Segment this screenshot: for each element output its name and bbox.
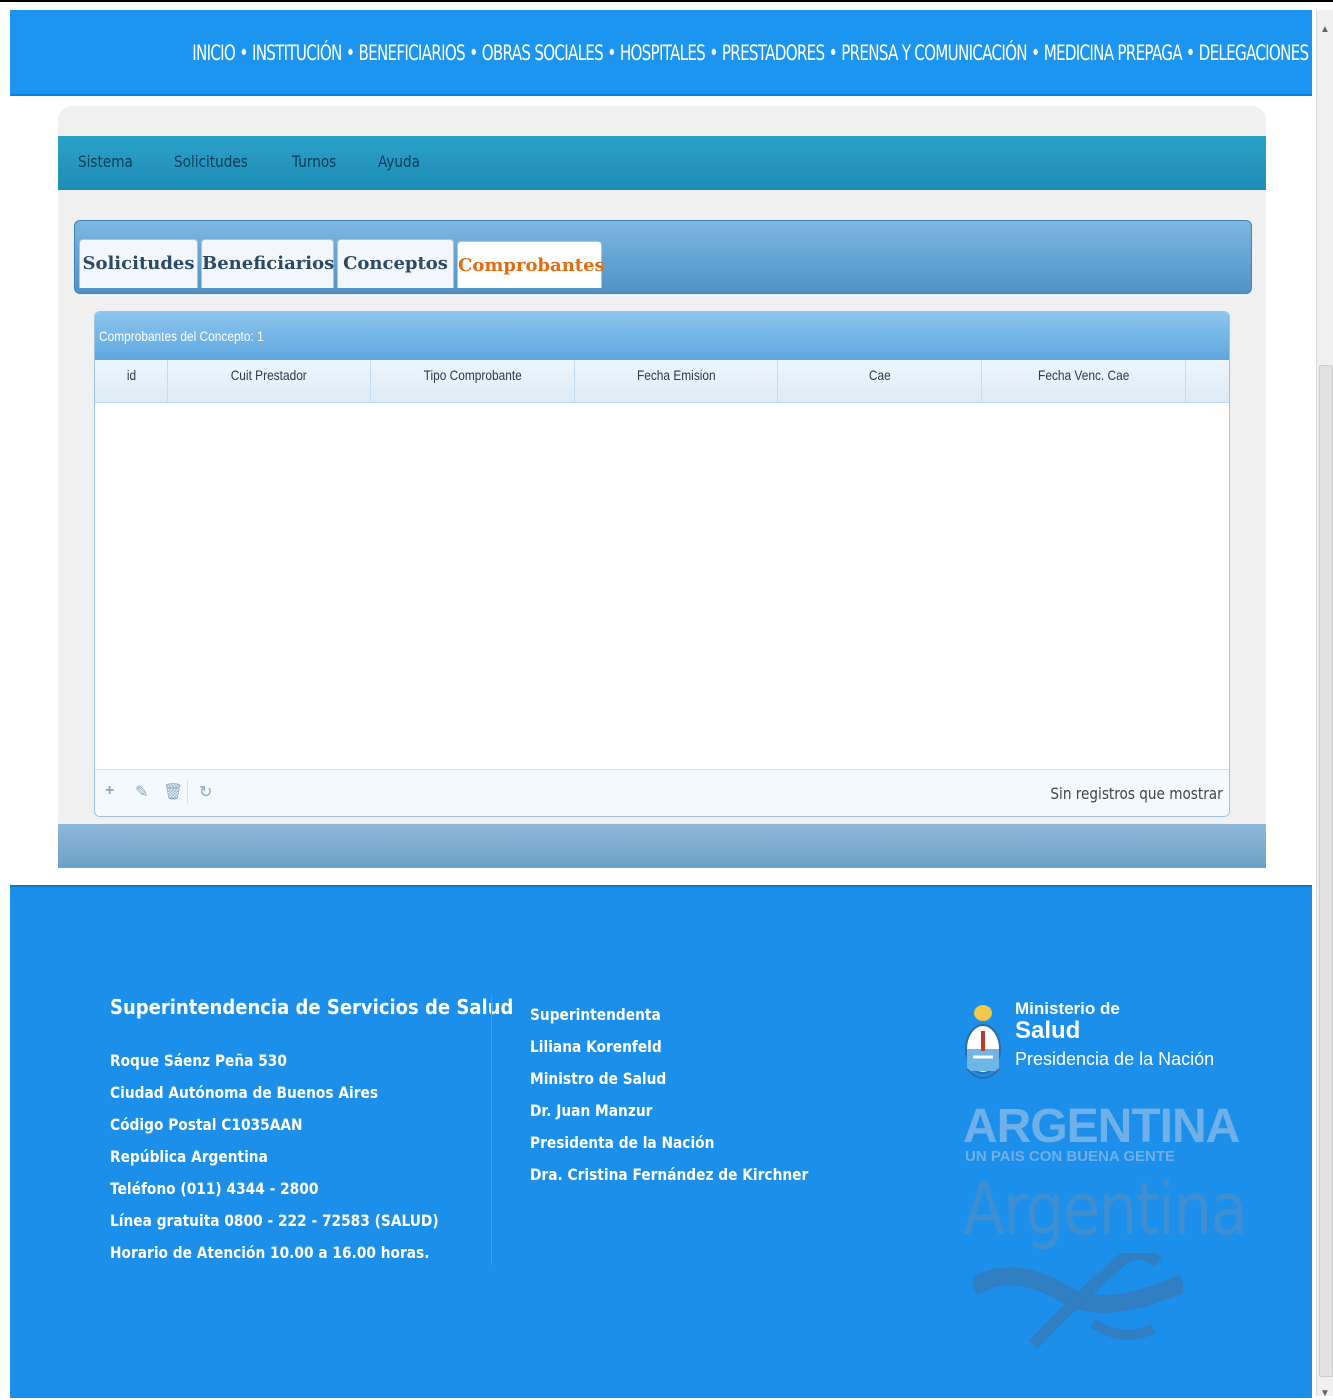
footer-official-line: Presidenta de la Nación — [530, 1133, 715, 1152]
nav-separator: • — [469, 41, 478, 65]
nav-link-hospitales[interactable]: HOSPITALES — [620, 41, 706, 65]
column-header-label: Fecha Emision — [636, 367, 716, 383]
footer-divider — [491, 995, 492, 1265]
grid-record-status: Sin registros que mostrar — [1050, 784, 1223, 803]
column-header-cae[interactable]: Cae — [778, 360, 982, 402]
footer-address-line: Ciudad Autónoma de Buenos Aires — [110, 1083, 379, 1102]
column-header-label: Cuit Prestador — [230, 367, 308, 383]
grid-caption: Comprobantes del Concepto: 1 — [95, 312, 1229, 360]
tab-solicitudes[interactable]: Solicitudes — [79, 239, 198, 288]
app-container: Sistema Solicitudes Turnos Ayuda Solicit… — [58, 106, 1266, 868]
nav-link-inicio[interactable]: INICIO — [192, 41, 236, 65]
column-header-label: Fecha Venc. Cae — [1037, 367, 1130, 383]
scroll-thumb[interactable] — [1319, 365, 1333, 1377]
menu-item-solicitudes[interactable]: Solicitudes — [174, 152, 248, 171]
column-header-label: Cae — [868, 367, 891, 383]
nav-link-prestadores[interactable]: PRESTADORES — [722, 41, 825, 65]
ministry-line2: Salud — [1015, 1017, 1081, 1044]
footer-address-line: Teléfono (011) 4344 - 2800 — [110, 1179, 319, 1198]
delete-icon[interactable]: 🗑 — [163, 782, 183, 802]
ministry-line3: Presidencia de la Nación — [1015, 1049, 1215, 1069]
comprobantes-grid: Comprobantes del Concepto: 1 id Cuit Pre… — [94, 311, 1230, 817]
column-header-label: id — [126, 367, 136, 383]
menu-item-turnos[interactable]: Turnos — [292, 152, 336, 171]
tab-comprobantes[interactable]: Comprobantes — [457, 241, 605, 288]
ministry-logo: Ministerio de Salud Presidencia de la Na… — [963, 991, 1248, 1351]
footer-official-line: Dr. Juan Manzur — [530, 1101, 653, 1120]
nav-link-delegaciones[interactable]: DELEGACIONES — [1199, 41, 1309, 65]
footer-official-line: Liliana Korenfeld — [530, 1037, 662, 1056]
footer-officials: Superintendenta Liliana Korenfeld Minist… — [530, 999, 854, 1191]
column-header-label: Tipo Comprobante — [423, 367, 522, 383]
grid-pager: + ✎ 🗑 ↻ Sin registros que mostrar — [95, 769, 1229, 816]
footer-official-line: Dra. Cristina Fernández de Kirchner — [530, 1165, 809, 1184]
argentina-brand-title: ARGENTINA — [963, 1100, 1240, 1153]
site-footer: Superintendencia de Servicios de Salud R… — [10, 885, 1312, 1398]
argentina-brand-script: Argentina — [963, 1167, 1248, 1251]
top-nav-links: INICIO • INSTITUCIÓN • BENEFICIARIOS • OBRAS S… — [192, 41, 1309, 65]
footer-address-line: Línea gratuita 0800 - 222 - 72583 (SALUD… — [110, 1211, 439, 1230]
ministry-line1: Ministerio de — [1015, 999, 1120, 1018]
footer-org-title: Superintendencia de Servicios de Salud — [110, 995, 514, 1019]
column-header-id[interactable]: id — [95, 360, 168, 402]
nav-separator: • — [828, 41, 838, 65]
footer-address-line: Código Postal C1035AAN — [110, 1115, 303, 1134]
footer-official-line: Superintendenta — [530, 1005, 661, 1024]
tab-strip: Solicitudes Beneficiarios Conceptos Comp… — [74, 220, 1252, 294]
scroll-up-arrow-icon[interactable]: ▲ — [1319, 24, 1331, 36]
grid-body-empty — [95, 403, 1229, 768]
coat-of-arms-icon — [965, 1005, 1001, 1079]
tab-conceptos[interactable]: Conceptos — [337, 239, 454, 288]
footer-official-line: Ministro de Salud — [530, 1069, 667, 1088]
add-icon[interactable]: + — [105, 782, 114, 800]
site-top-nav: INICIO • INSTITUCIÓN • BENEFICIARIOS • OBRAS S… — [10, 10, 1312, 96]
nav-separator: • — [709, 41, 718, 65]
nav-link-obras-sociales[interactable]: OBRAS SOCIALES — [482, 41, 604, 65]
menu-item-ayuda[interactable]: Ayuda — [378, 152, 420, 171]
nav-link-medicina-prepaga[interactable]: MEDICINA PREPAGA — [1044, 41, 1183, 65]
grid-caption-text: Comprobantes del Concepto: 1 — [99, 328, 264, 344]
nav-separator: • — [1186, 41, 1195, 65]
pager-divider — [187, 780, 188, 804]
tab-beneficiarios[interactable]: Beneficiarios — [201, 239, 334, 288]
menu-item-sistema[interactable]: Sistema — [78, 152, 133, 171]
column-header-fecha-emision[interactable]: Fecha Emision — [575, 360, 778, 402]
edit-icon[interactable]: ✎ — [135, 782, 148, 802]
nav-separator: • — [607, 41, 616, 65]
page-scrollbar[interactable]: ▲ ▼ — [1316, 10, 1333, 1399]
column-header-tipo-comprobante[interactable]: Tipo Comprobante — [371, 360, 575, 402]
nav-separator: • — [1031, 41, 1040, 65]
footer-address-line: Horario de Atención 10.00 a 16.00 horas. — [110, 1243, 430, 1262]
nav-link-beneficiarios[interactable]: BENEFICIARIOS — [358, 41, 465, 65]
refresh-icon[interactable]: ↻ — [199, 782, 212, 802]
column-header-fecha-venc-cae[interactable]: Fecha Venc. Cae — [982, 360, 1186, 402]
argentina-brand-tagline: UN PAIS CON BUENA GENTE — [965, 1148, 1176, 1165]
column-header-cuit-prestador[interactable]: Cuit Prestador — [168, 360, 371, 402]
footer-address-line: Roque Sáenz Peña 530 — [110, 1051, 287, 1070]
app-menubar: Sistema Solicitudes Turnos Ayuda — [58, 136, 1266, 190]
nav-separator: • — [345, 41, 355, 65]
footer-address-line: República Argentina — [110, 1147, 268, 1166]
nav-link-institucion[interactable]: INSTITUCIÓN — [252, 41, 342, 65]
grid-header-row: id Cuit Prestador Tipo Comprobante Fecha… — [95, 360, 1229, 403]
window-top-border — [0, 0, 1333, 2]
nav-separator: • — [239, 41, 248, 65]
scroll-down-arrow-icon[interactable]: ▼ — [1319, 1388, 1331, 1400]
argentina-wave-logo-icon — [973, 1253, 1183, 1349]
app-bottom-bar — [58, 824, 1266, 868]
nav-link-prensa[interactable]: PRENSA Y COMUNICACIÓN — [841, 41, 1027, 65]
